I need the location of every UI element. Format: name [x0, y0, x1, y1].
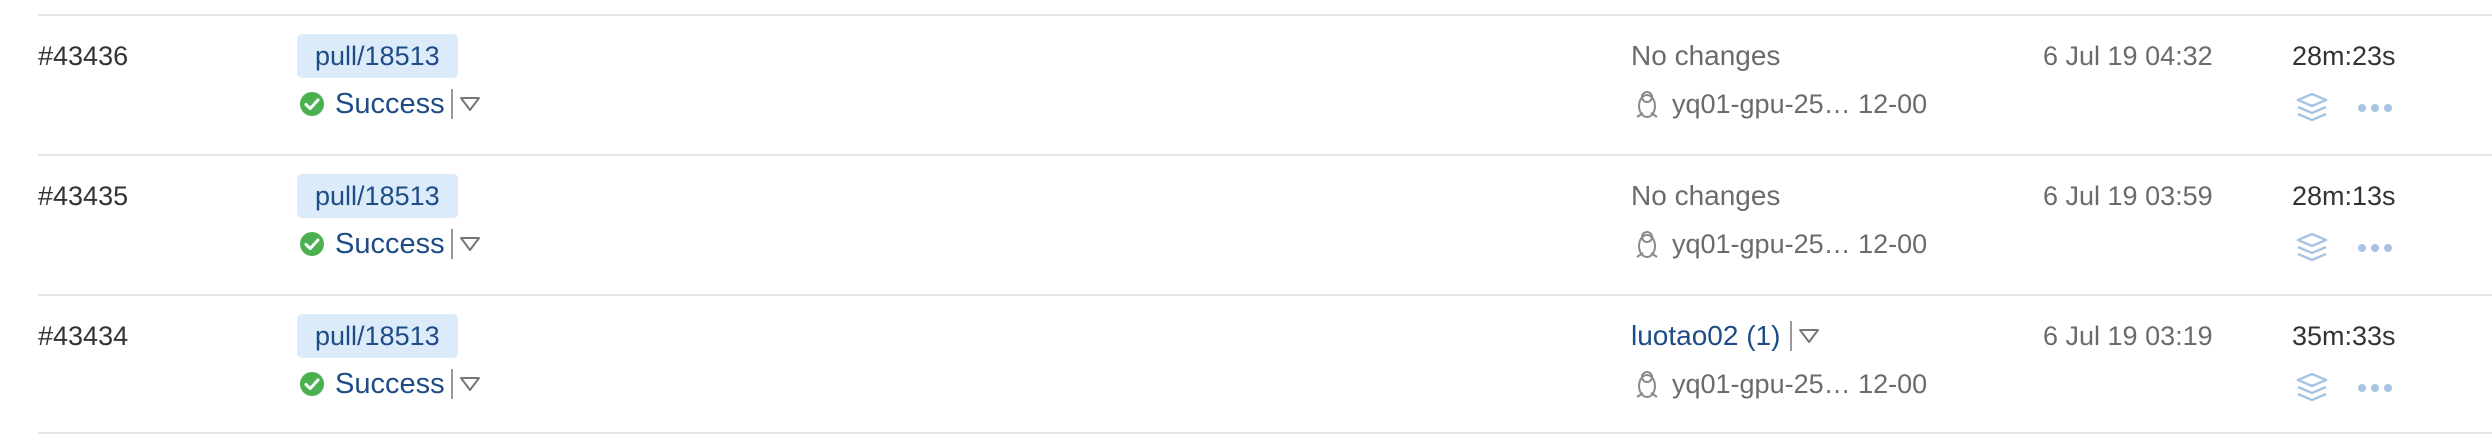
layers-icon[interactable]: [2294, 230, 2330, 266]
status-link[interactable]: Success: [335, 226, 445, 262]
build-status: Success: [299, 226, 481, 262]
separator: [450, 369, 453, 399]
duration: 28m:23s: [2292, 41, 2396, 71]
agent-name[interactable]: yq01-gpu-25… 12-00: [1672, 366, 1927, 402]
build-row: #43436 pull/18513 Success No changes yq0…: [38, 16, 2492, 154]
changes-text: No changes: [1631, 40, 1781, 71]
branch-tag[interactable]: pull/18513: [297, 314, 458, 358]
layers-icon[interactable]: [2294, 370, 2330, 406]
triangle-down-icon[interactable]: [459, 96, 481, 112]
build-number[interactable]: #43434: [38, 318, 128, 354]
branch-tag[interactable]: pull/18513: [297, 174, 458, 218]
build-list: #43436 pull/18513 Success No changes yq0…: [38, 0, 2492, 434]
status-link[interactable]: Success: [335, 366, 445, 402]
build-number[interactable]: #43436: [38, 38, 128, 74]
build-row: #43435 pull/18513 Success No changes yq0…: [38, 156, 2492, 294]
changes-link: luotao02 (1): [1631, 318, 1820, 354]
check-circle-icon: [300, 372, 324, 396]
more-horizontal-icon[interactable]: [2356, 374, 2394, 402]
start-time: 6 Jul 19 03:59: [2043, 181, 2213, 211]
separator: [450, 229, 453, 259]
linux-penguin-icon: [1636, 371, 1658, 398]
separator: [450, 89, 453, 119]
agent-name[interactable]: yq01-gpu-25… 12-00: [1672, 226, 1927, 262]
triangle-down-icon[interactable]: [459, 236, 481, 252]
agent-info: yq01-gpu-25… 12-00: [1634, 366, 1927, 402]
build-row: #43434 pull/18513 Success luotao02 (1) y…: [38, 296, 2492, 434]
branch-tag[interactable]: pull/18513: [297, 34, 458, 78]
linux-penguin-icon: [1636, 91, 1658, 118]
layers-icon[interactable]: [2294, 90, 2330, 126]
duration: 35m:33s: [2292, 321, 2396, 351]
duration: 28m:13s: [2292, 181, 2396, 211]
triangle-down-icon[interactable]: [1798, 328, 1820, 344]
start-time: 6 Jul 19 03:19: [2043, 321, 2213, 351]
linux-penguin-icon: [1636, 231, 1658, 258]
check-circle-icon: [300, 232, 324, 256]
agent-info: yq01-gpu-25… 12-00: [1634, 226, 1927, 262]
changes-text: No changes: [1631, 180, 1781, 211]
changes-author-link[interactable]: luotao02 (1): [1631, 318, 1780, 354]
more-horizontal-icon[interactable]: [2356, 94, 2394, 122]
agent-name[interactable]: yq01-gpu-25… 12-00: [1672, 86, 1927, 122]
triangle-down-icon[interactable]: [459, 376, 481, 392]
build-status: Success: [299, 366, 481, 402]
separator: [1790, 321, 1793, 351]
start-time: 6 Jul 19 04:32: [2043, 41, 2213, 71]
agent-info: yq01-gpu-25… 12-00: [1634, 86, 1927, 122]
status-link[interactable]: Success: [335, 86, 445, 122]
build-number[interactable]: #43435: [38, 178, 128, 214]
more-horizontal-icon[interactable]: [2356, 234, 2394, 262]
check-circle-icon: [300, 92, 324, 116]
build-status: Success: [299, 86, 481, 122]
